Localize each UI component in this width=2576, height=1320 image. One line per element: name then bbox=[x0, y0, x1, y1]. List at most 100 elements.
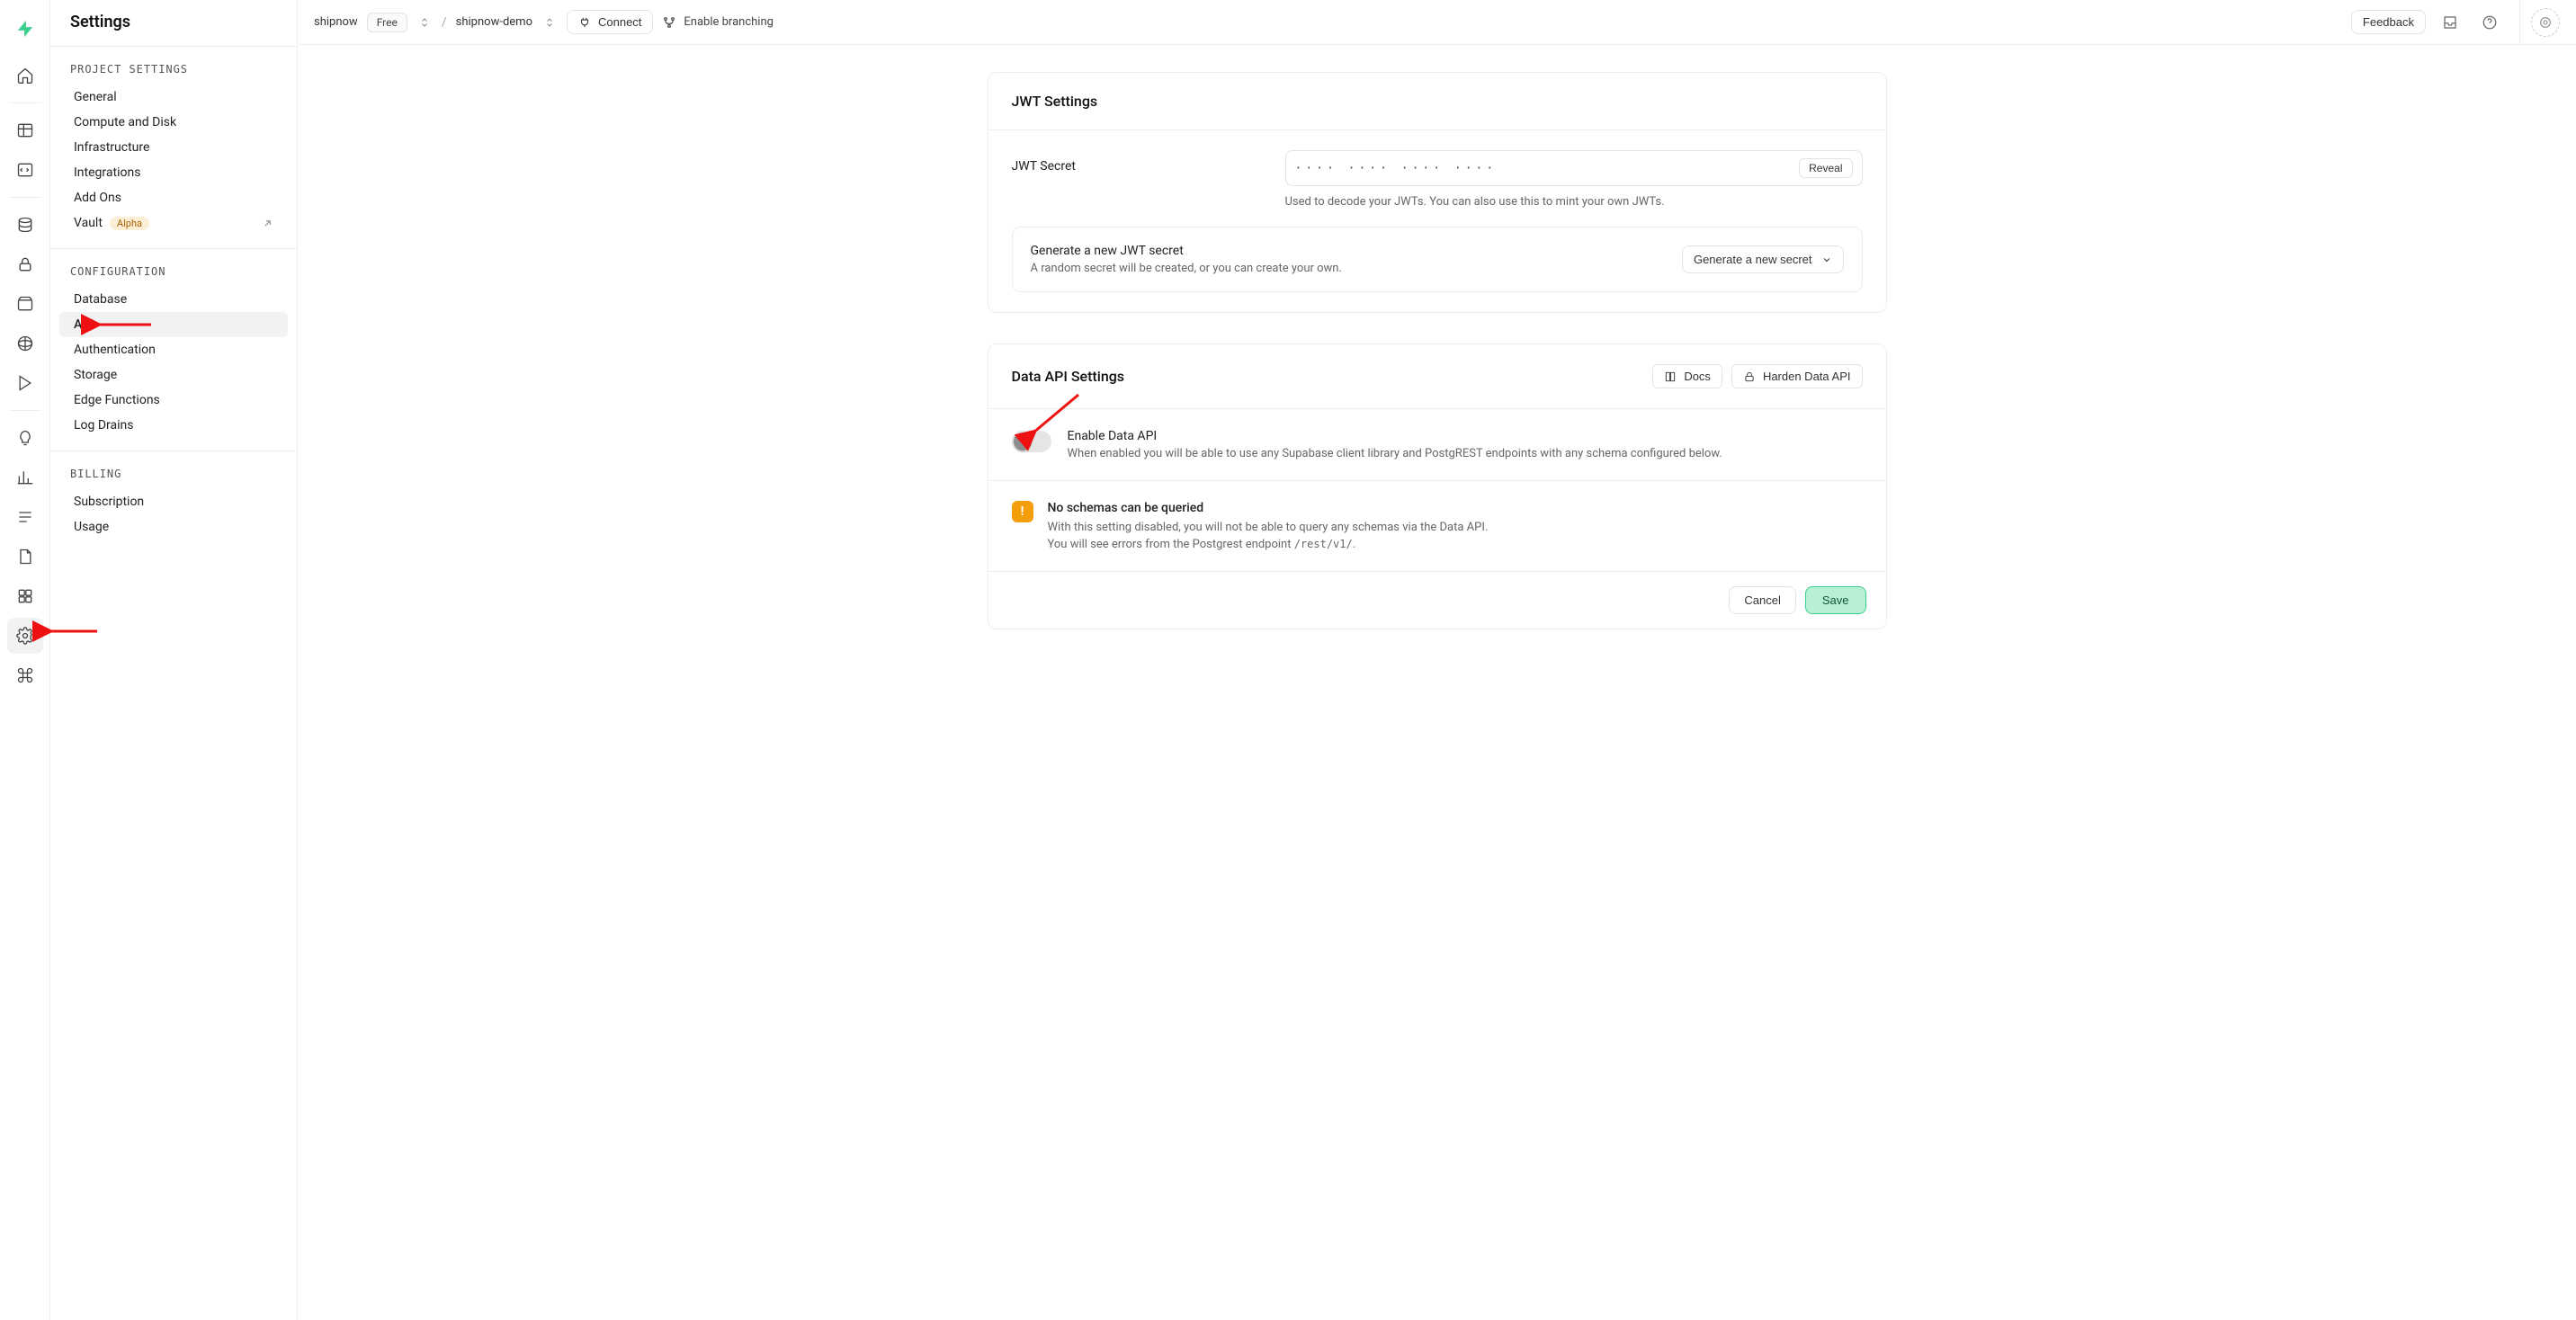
nav-vault[interactable]: Vault Alpha bbox=[59, 210, 288, 236]
nav-label: Compute and Disk bbox=[74, 115, 176, 129]
nav-usage[interactable]: Usage bbox=[59, 514, 288, 540]
command-icon[interactable] bbox=[7, 657, 43, 693]
topbar: shipnow Free / shipnow-demo Connect Enab… bbox=[298, 0, 2576, 45]
book-icon bbox=[1664, 370, 1677, 383]
no-schemas-warning: ! No schemas can be queried With this se… bbox=[988, 480, 1886, 571]
nav-infrastructure[interactable]: Infrastructure bbox=[59, 135, 288, 160]
nav-subscription[interactable]: Subscription bbox=[59, 489, 288, 514]
nav-api[interactable]: API bbox=[59, 312, 288, 337]
nav-label: Database bbox=[74, 292, 127, 307]
tenant-switcher-icon[interactable] bbox=[416, 15, 433, 30]
storage-icon[interactable] bbox=[7, 286, 43, 322]
generate-jwt-subcard: Generate a new JWT secret A random secre… bbox=[1012, 227, 1863, 292]
jwt-secret-label: JWT Secret bbox=[1012, 150, 1264, 174]
nav-label: Vault bbox=[74, 216, 103, 230]
jwt-secret-masked: ···· ···· ···· ···· bbox=[1295, 162, 1800, 175]
lock-icon bbox=[1743, 370, 1756, 383]
section-billing: BILLING bbox=[50, 451, 297, 489]
enable-data-api-toggle[interactable] bbox=[1012, 431, 1051, 452]
breadcrumb-separator: / bbox=[442, 15, 447, 30]
help-icon[interactable] bbox=[2474, 7, 2505, 38]
text: You will see errors from the Postgrest e… bbox=[1048, 538, 1294, 551]
api-docs-icon[interactable] bbox=[7, 539, 43, 575]
warning-line-2: You will see errors from the Postgrest e… bbox=[1048, 538, 1489, 551]
warning-title: No schemas can be queried bbox=[1048, 501, 1489, 515]
annotation-arrow bbox=[94, 317, 153, 333]
button-label: Reveal bbox=[1809, 162, 1842, 174]
settings-icon[interactable] bbox=[7, 618, 43, 654]
section-project-settings: PROJECT SETTINGS bbox=[50, 47, 297, 85]
nav-label: Log Drains bbox=[74, 418, 134, 433]
feedback-button[interactable]: Feedback bbox=[2351, 10, 2426, 34]
nav-label: Add Ons bbox=[74, 191, 121, 205]
nav-compute[interactable]: Compute and Disk bbox=[59, 110, 288, 135]
advisors-icon[interactable] bbox=[7, 420, 43, 456]
auth-icon[interactable] bbox=[7, 246, 43, 282]
sql-editor-icon[interactable] bbox=[7, 152, 43, 188]
project-name[interactable]: shipnow-demo bbox=[456, 15, 532, 29]
endpoint-path: /rest/v1/ bbox=[1294, 538, 1353, 550]
nav-log-drains[interactable]: Log Drains bbox=[59, 413, 288, 438]
inbox-icon[interactable] bbox=[2435, 7, 2465, 38]
reveal-button[interactable]: Reveal bbox=[1799, 158, 1852, 178]
nav-general[interactable]: General bbox=[59, 85, 288, 110]
nav-label: Integrations bbox=[74, 165, 140, 180]
jwt-settings-card: JWT Settings JWT Secret ···· ···· ···· ·… bbox=[988, 72, 1887, 313]
text: . bbox=[1353, 538, 1355, 551]
nav-label: Edge Functions bbox=[74, 393, 160, 407]
project-switcher-icon[interactable] bbox=[541, 15, 558, 30]
nav-label: Authentication bbox=[74, 343, 156, 357]
user-avatar-placeholder[interactable] bbox=[2531, 8, 2560, 37]
toggle-subtitle: When enabled you will be able to use any… bbox=[1068, 447, 1722, 460]
nav-label: Usage bbox=[74, 520, 109, 534]
logs-icon[interactable] bbox=[7, 499, 43, 535]
branch-icon bbox=[662, 15, 676, 30]
icon-rail bbox=[0, 0, 50, 1320]
button-label: Cancel bbox=[1744, 593, 1780, 607]
harden-api-button[interactable]: Harden Data API bbox=[1731, 364, 1863, 388]
home-icon[interactable] bbox=[7, 58, 43, 94]
realtime-icon[interactable] bbox=[7, 365, 43, 401]
card-footer: Cancel Save bbox=[988, 571, 1886, 629]
nav-edge-functions[interactable]: Edge Functions bbox=[59, 388, 288, 413]
nav-authentication[interactable]: Authentication bbox=[59, 337, 288, 362]
jwt-hint: Used to decode your JWTs. You can also u… bbox=[1285, 195, 1863, 209]
connect-button[interactable]: Connect bbox=[567, 10, 653, 34]
nav-label: Storage bbox=[74, 368, 117, 382]
nav-integrations[interactable]: Integrations bbox=[59, 160, 288, 185]
cancel-button[interactable]: Cancel bbox=[1729, 586, 1795, 614]
generate-jwt-title: Generate a new JWT secret bbox=[1031, 244, 1342, 258]
nav-storage[interactable]: Storage bbox=[59, 362, 288, 388]
plan-badge: Free bbox=[367, 13, 407, 32]
toggle-knob bbox=[1014, 433, 1032, 450]
database-icon[interactable] bbox=[7, 207, 43, 243]
card-title: Data API Settings bbox=[1012, 368, 1125, 385]
tenant-name[interactable]: shipnow bbox=[314, 15, 358, 29]
supabase-logo-icon[interactable] bbox=[7, 11, 43, 47]
section-configuration: CONFIGURATION bbox=[50, 249, 297, 287]
nav-database[interactable]: Database bbox=[59, 287, 288, 312]
reports-icon[interactable] bbox=[7, 459, 43, 495]
data-api-settings-card: Data API Settings Docs Harden Data API bbox=[988, 343, 1887, 629]
plug-icon bbox=[578, 16, 591, 29]
main-area: shipnow Free / shipnow-demo Connect Enab… bbox=[298, 0, 2576, 1320]
generate-secret-button[interactable]: Generate a new secret bbox=[1682, 245, 1844, 273]
button-label: Connect bbox=[598, 15, 641, 29]
alpha-badge: Alpha bbox=[110, 217, 149, 230]
edge-functions-icon[interactable] bbox=[7, 326, 43, 361]
nav-label: General bbox=[74, 90, 117, 104]
jwt-secret-field: ···· ···· ···· ···· Reveal bbox=[1285, 150, 1863, 186]
nav-addons[interactable]: Add Ons bbox=[59, 185, 288, 210]
button-label: Enable branching bbox=[684, 15, 774, 29]
enable-branching-button[interactable]: Enable branching bbox=[662, 15, 774, 30]
save-button[interactable]: Save bbox=[1805, 586, 1866, 614]
table-editor-icon[interactable] bbox=[7, 112, 43, 148]
docs-button[interactable]: Docs bbox=[1652, 364, 1722, 388]
generate-jwt-subtitle: A random secret will be created, or you … bbox=[1031, 262, 1342, 275]
integrations-icon[interactable] bbox=[7, 578, 43, 614]
warning-icon: ! bbox=[1012, 501, 1033, 522]
content-scroll: JWT Settings JWT Secret ···· ···· ···· ·… bbox=[298, 45, 2576, 1320]
settings-sidebar: Settings PROJECT SETTINGS General Comput… bbox=[50, 0, 298, 1320]
button-label: Harden Data API bbox=[1763, 370, 1851, 383]
external-link-icon bbox=[262, 218, 273, 229]
